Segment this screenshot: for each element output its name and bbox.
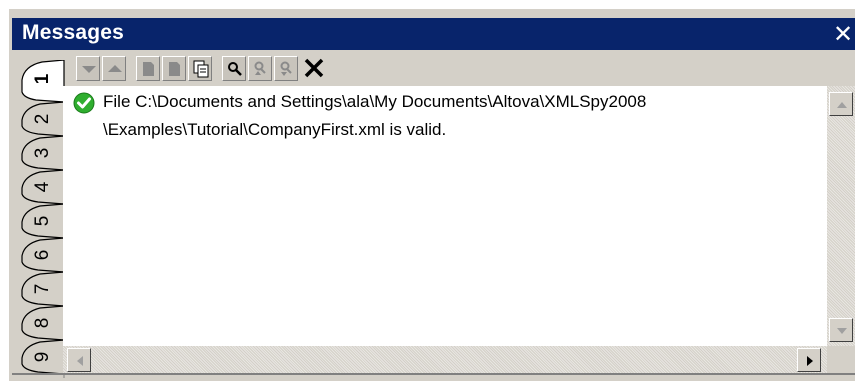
horizontal-scrollbar[interactable] bbox=[63, 346, 827, 373]
close-window-button[interactable]: ✕ bbox=[831, 18, 855, 50]
find-previous-button[interactable] bbox=[248, 55, 272, 81]
vertical-scrollbar[interactable] bbox=[827, 86, 855, 346]
arrow-up-icon bbox=[837, 102, 847, 108]
scroll-down-button[interactable] bbox=[829, 318, 853, 342]
tab-4[interactable]: 4 bbox=[32, 176, 54, 198]
tab-7[interactable]: 7 bbox=[32, 278, 54, 300]
bottom-border bbox=[12, 373, 855, 375]
find-icon bbox=[228, 61, 242, 76]
arrow-down-icon bbox=[837, 328, 847, 334]
tab-5[interactable]: 5 bbox=[32, 210, 54, 232]
copy-message-icon bbox=[143, 61, 154, 76]
messages-content[interactable]: File C:\Documents and Settings\ala\My Do… bbox=[63, 86, 827, 346]
copy-with-children-icon bbox=[169, 61, 180, 76]
copy-all-icon bbox=[193, 60, 209, 77]
copy-all-button[interactable] bbox=[188, 55, 212, 81]
valid-check-icon bbox=[73, 92, 95, 114]
tab-2[interactable]: 2 bbox=[32, 108, 54, 130]
scroll-right-button[interactable] bbox=[797, 348, 821, 372]
messages-toolbar bbox=[76, 53, 330, 83]
arrow-left-icon bbox=[77, 356, 83, 366]
copy-with-children-button[interactable] bbox=[162, 55, 186, 81]
window-title: Messages bbox=[22, 21, 124, 44]
copy-message-button[interactable] bbox=[136, 55, 160, 81]
scrollbar-corner bbox=[827, 346, 855, 373]
clear-button[interactable] bbox=[300, 54, 328, 82]
scroll-up-button[interactable] bbox=[829, 92, 853, 116]
next-message-button[interactable] bbox=[76, 55, 100, 81]
scroll-left-button[interactable] bbox=[67, 348, 91, 372]
previous-message-icon bbox=[108, 64, 122, 72]
title-bar: Messages ✕ bbox=[12, 18, 855, 50]
arrow-right-icon bbox=[807, 356, 813, 366]
tab-1[interactable]: 1 bbox=[32, 68, 54, 90]
find-next-icon bbox=[280, 61, 292, 76]
clear-icon bbox=[304, 58, 324, 77]
tab-9[interactable]: 9 bbox=[32, 346, 54, 368]
find-button[interactable] bbox=[222, 55, 246, 81]
tab-3[interactable]: 3 bbox=[32, 142, 54, 164]
tab-strip: 1 2 3 4 5 6 7 8 9 bbox=[12, 60, 68, 378]
message-text-line-1: File C:\Documents and Settings\ala\My Do… bbox=[103, 92, 647, 111]
find-previous-icon bbox=[254, 61, 266, 75]
next-message-icon bbox=[82, 65, 96, 73]
find-next-button[interactable] bbox=[274, 55, 298, 81]
tab-8[interactable]: 8 bbox=[32, 312, 54, 334]
tab-6[interactable]: 6 bbox=[32, 244, 54, 266]
previous-message-button[interactable] bbox=[102, 55, 126, 81]
message-text-line-2: \Examples\Tutorial\CompanyFirst.xml is v… bbox=[103, 120, 447, 139]
